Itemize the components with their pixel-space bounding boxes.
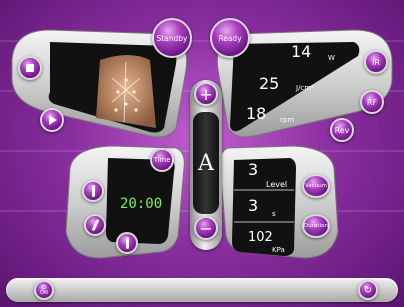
handpiece-icon xyxy=(125,237,129,249)
increase-button[interactable]: + xyxy=(194,82,218,106)
play-icon xyxy=(49,115,57,125)
energy-value: 25 xyxy=(259,74,280,93)
pressure-unit: KPa xyxy=(272,246,285,254)
power-w-value: 14 xyxy=(291,42,312,61)
rf-button[interactable]: RF xyxy=(360,90,384,114)
power-w-unit: W xyxy=(328,54,335,62)
reset-button[interactable]: ↻ xyxy=(358,280,378,300)
time-s-unit: s xyxy=(272,210,276,218)
stop-button[interactable] xyxy=(18,56,42,80)
ready-button[interactable]: Ready xyxy=(210,18,250,58)
timer-value: 20:00 xyxy=(120,196,163,212)
pressure-value: 102 xyxy=(248,230,273,245)
time-s-value: 3 xyxy=(248,196,259,215)
power-label: ON xyxy=(40,289,48,296)
handpiece-icon xyxy=(91,218,99,232)
reset-icon: ↻ xyxy=(363,284,373,296)
rpm-unit: rpm xyxy=(280,116,295,124)
handpiece-icon xyxy=(91,185,95,197)
minus-icon: − xyxy=(199,218,213,238)
ir-button[interactable]: IR xyxy=(364,50,388,74)
time-button[interactable]: Time xyxy=(150,148,174,172)
play-button[interactable] xyxy=(40,108,64,132)
plus-icon: + xyxy=(199,84,213,104)
bottom-bar xyxy=(6,278,398,302)
rev-button[interactable]: Rev xyxy=(330,118,354,142)
level-value: 3 xyxy=(248,160,259,179)
mode-display: A xyxy=(193,112,219,214)
rpm-value: 18 xyxy=(246,104,267,123)
energy-unit: J/cm² xyxy=(296,84,314,92)
power-on-button[interactable]: ⏻ ON xyxy=(34,280,54,300)
stop-icon xyxy=(26,64,34,72)
standby-button[interactable]: Standby xyxy=(152,18,192,58)
vacuum-button[interactable]: Vacuum xyxy=(302,174,330,198)
handpiece-1-button[interactable] xyxy=(82,180,104,202)
duration-button[interactable]: Duration xyxy=(302,214,330,238)
level-unit: Level xyxy=(266,180,288,189)
handpiece-2-button[interactable] xyxy=(84,214,106,236)
device-control-panel: Standby Ready 14 W 25 J/cm² 18 rpm IR RF… xyxy=(0,0,404,307)
decrease-button[interactable]: − xyxy=(194,216,218,240)
handpiece-3-button[interactable] xyxy=(116,232,138,254)
